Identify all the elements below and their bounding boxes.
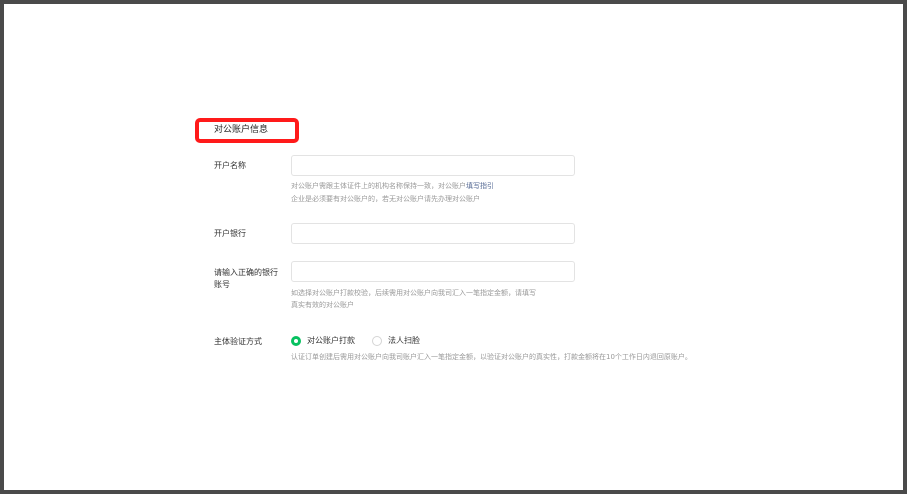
bank-account-hint: 如选择对公账户打款校验，后续需用对公账户向我司汇入一笔指定金额，请填写	[291, 289, 536, 297]
bank-name-label: 开户银行	[214, 229, 246, 238]
radio-checked-icon[interactable]	[291, 335, 301, 346]
account-name-hint: 对公账户需跟主体证件上的机构名称保持一致，对公账户填写指引	[291, 181, 494, 192]
account-name-hint-text: 对公账户需跟主体证件上的机构名称保持一致，对公账户	[291, 182, 466, 190]
radio-label-bank-transfer: 对公账户打款	[307, 336, 355, 345]
bank-account-label: 请输入正确的银行 账号	[214, 267, 284, 291]
bank-account-input[interactable]	[291, 261, 575, 282]
account-name-label: 开户名称	[214, 161, 246, 170]
bank-name-input[interactable]	[291, 223, 575, 244]
account-name-hint-2: 企业是必须要有对公账户的，若无对公账户请先办理对公账户	[291, 195, 480, 203]
bank-account-hint-2: 真实有效的对公账户	[291, 301, 354, 309]
radio-unchecked-icon[interactable]	[372, 335, 382, 346]
radio-option-bank-transfer[interactable]: 对公账户打款	[291, 335, 355, 346]
verify-method-hint: 认证订单创建后需用对公账户向我司账户汇入一笔指定金额，以验证对公账户的真实性，打…	[291, 353, 692, 361]
verify-method-label: 主体验证方式	[214, 337, 262, 346]
account-name-input[interactable]	[291, 155, 575, 176]
fill-guide-link[interactable]: 填写指引	[466, 182, 494, 190]
radio-option-face-scan[interactable]: 法人扫脸	[372, 335, 420, 346]
verify-method-radio-group: 对公账户打款 法人扫脸	[291, 335, 437, 346]
bank-account-label-line1: 请输入正确的银行	[214, 268, 278, 277]
section-title: 对公账户信息	[214, 125, 269, 135]
bank-account-label-line2: 账号	[214, 280, 230, 289]
radio-label-face-scan: 法人扫脸	[388, 336, 420, 345]
page	[4, 4, 903, 490]
